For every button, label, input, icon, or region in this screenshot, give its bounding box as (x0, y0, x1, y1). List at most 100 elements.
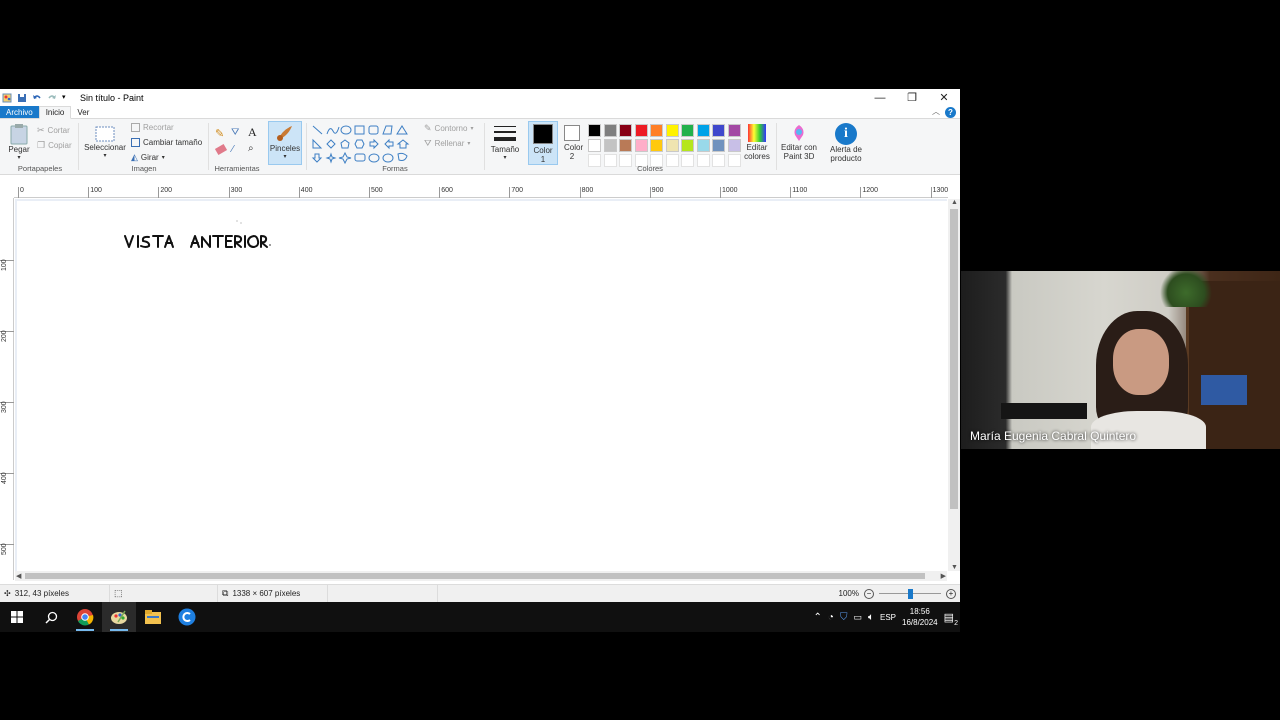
palette-swatch[interactable] (727, 124, 741, 137)
zoom-slider[interactable] (879, 588, 941, 599)
search-button[interactable] (34, 602, 68, 632)
palette-swatch[interactable] (603, 124, 617, 137)
palette-swatch[interactable] (696, 124, 710, 137)
horizontal-scrollbar[interactable]: ◀ ▶ (15, 571, 947, 581)
scroll-left-icon[interactable]: ◀ (16, 572, 21, 580)
color2-button[interactable]: Color 2 (560, 123, 584, 161)
copy-button[interactable]: ❐ Copiar (37, 140, 72, 151)
paste-button[interactable]: Pegar ▾ (6, 123, 32, 163)
wifi-icon[interactable]: ◔ (828, 612, 834, 623)
help-icon[interactable]: ? (945, 107, 956, 118)
divider (484, 123, 485, 170)
palette-swatch[interactable] (603, 139, 617, 152)
group-label-tools: Herramientas (214, 164, 260, 173)
customize-qat-icon[interactable]: ▾ (62, 93, 72, 103)
security-shield-icon[interactable]: ⛉ (840, 612, 848, 623)
palette-swatch[interactable] (681, 124, 694, 137)
palette-swatch[interactable] (712, 124, 725, 137)
palette-swatch[interactable] (665, 139, 679, 152)
collapse-ribbon-icon[interactable]: ︿ (932, 106, 940, 117)
file-explorer-taskbar-icon[interactable] (136, 602, 170, 632)
zoom-slider-thumb[interactable] (908, 588, 913, 599)
vertical-scroll-thumb[interactable] (950, 209, 958, 509)
zoom-out-icon[interactable]: − (864, 588, 874, 599)
ruler-tick-label: 500 (369, 187, 383, 198)
palette-swatch[interactable] (696, 139, 710, 152)
palette-swatch[interactable] (588, 124, 601, 137)
palette-swatch[interactable] (634, 139, 648, 152)
cursor-move-icon: ✣ (4, 589, 11, 598)
rotate-icon: ◭ (131, 152, 138, 162)
zoom-control: 100% − + (839, 588, 960, 599)
fill-button[interactable]: ⛛ Rellenar ▾ (424, 138, 470, 149)
palette-swatch[interactable] (619, 139, 632, 152)
tab-ver[interactable]: Ver (71, 106, 95, 118)
color1-button[interactable]: Color 1 (528, 121, 558, 165)
c-app-icon (178, 608, 196, 626)
fill-bucket-icon[interactable]: ⛛ (231, 127, 239, 138)
close-icon[interactable]: ✕ (928, 89, 960, 106)
battery-icon[interactable]: ▭ (853, 612, 862, 623)
magnifier-icon[interactable]: ⌕ (248, 143, 254, 154)
scroll-down-icon[interactable]: ▼ (951, 564, 958, 571)
clock[interactable]: 18:56 16/8/2024 (902, 606, 938, 628)
vertical-scrollbar[interactable]: ▲ ▼ (948, 199, 960, 571)
product-alert-button[interactable]: i Alerta de producto (825, 123, 867, 163)
notifications-icon[interactable]: ▤ 2 (944, 611, 958, 627)
cut-button[interactable]: ✂ Cortar (37, 125, 70, 136)
restore-icon[interactable]: ❐ (896, 89, 928, 106)
palette-swatch[interactable] (665, 124, 679, 137)
undo-icon[interactable] (32, 93, 42, 103)
copy-label: Copiar (48, 141, 72, 150)
save-icon[interactable] (17, 93, 27, 103)
volume-icon[interactable]: 🔈︎ (868, 612, 874, 623)
ruler-tick-label: 400 (0, 472, 14, 484)
color-picker-icon[interactable]: ⁄ (232, 144, 234, 155)
pencil-icon[interactable]: ✎ (215, 127, 224, 140)
shapes-gallery[interactable] (310, 123, 418, 167)
app-c-taskbar-icon[interactable] (170, 602, 204, 632)
ruler-tick-label: 300 (228, 187, 242, 198)
brushes-button[interactable]: Pinceles ▾ (268, 121, 302, 165)
palette-swatch[interactable] (727, 139, 741, 152)
crop-button[interactable]: Recortar (131, 123, 174, 132)
rotate-label: Girar (140, 153, 159, 162)
ruler-tick-label: 900 (649, 187, 663, 198)
minimize-icon[interactable]: — (864, 89, 896, 106)
select-button[interactable]: Seleccionar ▾ (84, 125, 126, 161)
zoom-in-icon[interactable]: + (946, 588, 956, 599)
chrome-taskbar-icon[interactable] (68, 602, 102, 632)
redo-icon[interactable] (47, 93, 57, 103)
ruler-tick-label: 500 (0, 543, 14, 555)
edit-colors-button[interactable]: Editar colores (742, 123, 772, 161)
rotate-button[interactable]: ◭ Girar ▾ (131, 152, 165, 163)
outline-button[interactable]: ✎ Contorno ▾ (424, 123, 473, 134)
paint-taskbar-icon[interactable] (102, 602, 136, 632)
palette-swatch[interactable] (650, 124, 663, 137)
tab-archivo[interactable]: Archivo (0, 106, 39, 118)
language-indicator[interactable]: ESP (880, 613, 896, 622)
start-button[interactable] (0, 602, 34, 632)
paint3d-button[interactable]: Editar con Paint 3D (779, 123, 819, 161)
scroll-right-icon[interactable]: ▶ (941, 572, 946, 580)
palette-swatch[interactable] (634, 124, 648, 137)
eraser-icon[interactable] (214, 143, 228, 156)
ruler-tick-label: 400 (298, 187, 312, 198)
size-button[interactable]: Tamaño ▾ (489, 123, 521, 163)
palette-swatch[interactable] (681, 139, 694, 152)
product-alert-label: Alerta de producto (829, 145, 863, 163)
scroll-up-icon[interactable]: ▲ (951, 199, 958, 206)
custom-color-slot[interactable] (727, 154, 741, 167)
line-size-icon (494, 126, 516, 141)
palette-swatch[interactable] (650, 139, 663, 152)
text-tool-icon[interactable]: A (248, 125, 257, 140)
drawing-canvas[interactable] (17, 201, 947, 571)
tab-inicio[interactable]: Inicio (38, 106, 72, 119)
resize-button[interactable]: Cambiar tamaño (131, 138, 202, 147)
horizontal-scroll-thumb[interactable] (25, 573, 925, 579)
show-hidden-icons-icon[interactable]: ⌃ (814, 612, 822, 623)
palette-swatch[interactable] (619, 124, 632, 137)
palette-swatch[interactable] (712, 139, 725, 152)
outline-icon: ✎ (424, 123, 432, 133)
palette-swatch[interactable] (588, 139, 601, 152)
